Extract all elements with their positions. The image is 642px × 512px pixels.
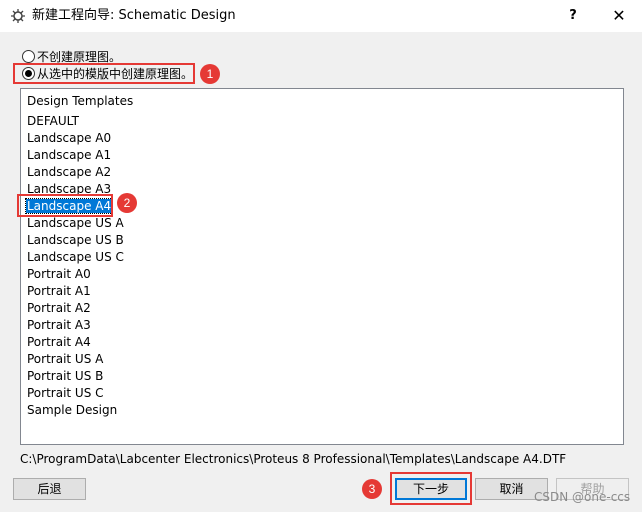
list-item[interactable]: Portrait US C <box>21 385 623 402</box>
watermark: CSDN @one-ccs <box>534 490 631 504</box>
list-item[interactable]: Landscape US C <box>21 249 623 266</box>
proteus-app-icon <box>11 9 25 23</box>
list-item[interactable]: Portrait A4 <box>21 334 623 351</box>
list-item[interactable]: Portrait A3 <box>21 317 623 334</box>
list-item[interactable]: Landscape A0 <box>21 130 623 147</box>
list-item[interactable]: Sample Design <box>21 402 623 419</box>
list-item[interactable]: Landscape A2 <box>21 164 623 181</box>
annotation-box-2 <box>17 194 113 217</box>
list-item[interactable]: Landscape US A <box>21 215 623 232</box>
template-path: C:\ProgramData\Labcenter Electronics\Pro… <box>20 452 567 466</box>
list-item[interactable]: Portrait A0 <box>21 266 623 283</box>
list-header: Design Templates <box>27 94 134 108</box>
back-button[interactable]: 后退 <box>13 478 86 500</box>
annotation-badge-2: 2 <box>117 193 137 213</box>
list-item[interactable]: DEFAULT <box>21 113 623 130</box>
annotation-badge-1: 1 <box>200 64 220 84</box>
radio-button-icon[interactable] <box>22 50 35 63</box>
title-bar: 新建工程向导: Schematic Design ? ✕ <box>0 0 642 32</box>
list-item[interactable]: Portrait US B <box>21 368 623 385</box>
annotation-box-3 <box>390 472 472 505</box>
list-item[interactable]: Portrait A1 <box>21 283 623 300</box>
close-icon[interactable]: ✕ <box>596 0 642 32</box>
template-list: DEFAULT Landscape A0 Landscape A1 Landsc… <box>21 113 623 419</box>
list-item[interactable]: Landscape A1 <box>21 147 623 164</box>
list-item[interactable]: Portrait US A <box>21 351 623 368</box>
annotation-box-1 <box>13 63 195 84</box>
annotation-badge-3: 3 <box>362 479 382 499</box>
template-listbox[interactable]: Design Templates DEFAULT Landscape A0 La… <box>20 88 624 445</box>
list-item[interactable]: Landscape US B <box>21 232 623 249</box>
help-icon[interactable]: ? <box>550 0 596 32</box>
radio-label-no-schematic: 不创建原理图。 <box>37 50 122 64</box>
window-title: 新建工程向导: Schematic Design <box>32 8 236 23</box>
list-item[interactable]: Portrait A2 <box>21 300 623 317</box>
